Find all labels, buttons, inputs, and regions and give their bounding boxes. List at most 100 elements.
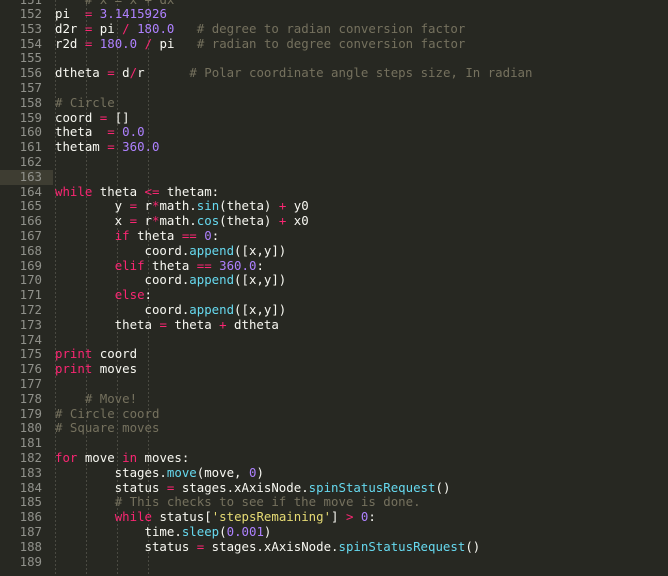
token-pln: dtheta <box>55 65 108 81</box>
code-line[interactable]: 171 else: <box>0 287 668 303</box>
line-content[interactable]: else: <box>55 287 152 303</box>
line-content[interactable]: dtheta = d/r # Polar coordinate angle st… <box>55 65 532 81</box>
line-number: 182 <box>19 450 42 465</box>
token-fn: sin <box>196 198 220 214</box>
code-line[interactable]: 156 dtheta = d/r # Polar coordinate angle… <box>0 65 668 81</box>
line-content[interactable]: time.sleep(0.001) <box>55 524 272 540</box>
line-content[interactable]: theta = 0.0 <box>55 124 145 140</box>
line-content[interactable]: r2d = 180.0 / pi # radian to degree conv… <box>55 36 465 52</box>
token-pln: r <box>137 198 152 214</box>
token-pln: theta <box>144 257 197 273</box>
token-pln <box>145 65 190 80</box>
line-number: 186 <box>19 509 42 525</box>
line-content[interactable]: while theta <= thetam: <box>55 184 219 200</box>
line-content[interactable]: # Move! <box>55 391 137 407</box>
line-content[interactable]: pi = 3.1415926 <box>55 6 167 22</box>
line-number: 162 <box>19 154 42 169</box>
line-content[interactable]: coord.append([x,y]) <box>55 272 287 288</box>
code-line[interactable]: 169 elif theta == 360.0: <box>0 257 668 274</box>
code-line[interactable]: 161 thetam = 360.0 <box>0 139 668 155</box>
line-content[interactable]: # This checks to see if the move is done… <box>55 494 421 510</box>
code-line[interactable]: 182 for move in moves: <box>0 450 668 466</box>
code-line[interactable]: 153 d2r = pi / 180.0 # degree to radian c… <box>0 20 668 37</box>
token-pln: x0 <box>286 213 309 229</box>
code-line[interactable]: 159 coord = [] <box>0 110 668 126</box>
code-line[interactable]: 188 status = stages.xAxisNode.spinStatus… <box>0 539 668 555</box>
line-number: 154 <box>19 35 42 51</box>
code-line[interactable]: 162 <box>0 154 668 170</box>
code-line[interactable]: 163 <box>0 169 668 185</box>
code-line[interactable]: 173 theta = theta + dtheta <box>0 316 668 333</box>
code-line[interactable]: 164 while theta <= thetam: <box>0 184 668 200</box>
code-line[interactable]: 178 # Move! <box>0 390 668 407</box>
code-line[interactable]: 175 print coord <box>0 346 668 362</box>
code-line[interactable]: 187 time.sleep(0.001) <box>0 524 668 540</box>
code-line[interactable]: 176 print moves <box>0 361 668 377</box>
line-number: 179 <box>19 405 42 421</box>
token-kw: for <box>55 450 78 465</box>
code-line[interactable]: 167 if theta == 0: <box>0 228 668 244</box>
line-content[interactable]: print moves <box>55 361 137 377</box>
line-number: 152 <box>19 6 42 21</box>
token-pln: y <box>55 198 130 214</box>
line-content[interactable]: theta = theta + dtheta <box>55 316 279 333</box>
token-kw: = <box>107 65 115 81</box>
code-editor[interactable]: 151 # x = x + dx152pi = 3.1415926153d2r … <box>0 0 668 576</box>
code-line[interactable]: 154 r2d = 180.0 / pi # radian to degree c… <box>0 35 668 52</box>
code-line[interactable]: 166 x = r*math.cos(theta) + x0 <box>0 213 668 229</box>
code-line[interactable]: 165 y = r*math.sin(theta) + y0 <box>0 198 668 214</box>
line-content[interactable]: coord.append([x,y]) <box>55 302 287 318</box>
code-line[interactable]: 152 pi = 3.1415926 <box>0 6 668 22</box>
code-line[interactable]: 179 # Circle coord <box>0 405 668 422</box>
line-number: 178 <box>19 390 42 406</box>
line-content[interactable]: coord.append([x,y]) <box>55 242 287 259</box>
line-content[interactable]: elif theta == 360.0: <box>55 257 264 274</box>
code-line[interactable]: 174 <box>0 332 668 348</box>
token-pln <box>55 228 115 243</box>
code-line[interactable]: 181 <box>0 435 668 451</box>
token-pln: ( <box>219 524 227 539</box>
line-content[interactable]: stages.move(move, 0) <box>55 464 264 481</box>
line-number: 170 <box>19 272 42 288</box>
line-content[interactable]: status = stages.xAxisNode.spinStatusRequ… <box>55 539 481 555</box>
line-content[interactable]: # Square moves <box>55 420 159 436</box>
code-line[interactable]: 189 <box>0 554 668 570</box>
token-pln: ([x,y]) <box>234 242 287 258</box>
token-fn: cos <box>196 213 220 229</box>
token-pln: ([x,y]) <box>234 302 287 317</box>
line-content[interactable]: y = r*math.sin(theta) + y0 <box>55 198 309 214</box>
code-line[interactable]: 183 stages.move(move, 0) <box>0 464 668 481</box>
code-line[interactable]: 158 # Circle <box>0 95 668 111</box>
token-pln: d2r <box>55 20 85 36</box>
line-content[interactable]: d2r = pi / 180.0 # degree to radian conv… <box>55 20 465 37</box>
code-line[interactable]: 168 coord.append([x,y]) <box>0 242 668 259</box>
line-content[interactable]: # Circle coord <box>55 406 159 422</box>
token-num: 180.0 <box>137 20 175 36</box>
code-line[interactable]: 184 status = stages.xAxisNode.spinStatus… <box>0 480 668 496</box>
code-line[interactable]: 155 <box>0 51 668 66</box>
token-pln <box>55 287 115 302</box>
line-content[interactable]: # Circle <box>55 95 115 111</box>
token-pln: stages. <box>55 464 167 480</box>
token-pln: move <box>77 450 123 465</box>
code-line[interactable]: 185 # This checks to see if the move is … <box>0 494 668 510</box>
line-content[interactable]: thetam = 360.0 <box>55 139 159 155</box>
code-line[interactable]: 170 coord.append([x,y]) <box>0 272 668 288</box>
token-pln: theta <box>55 316 160 332</box>
code-line[interactable]: 157 <box>0 80 668 96</box>
token-kw: else <box>114 287 145 303</box>
code-line[interactable]: 177 <box>0 376 668 392</box>
code-line[interactable]: 186 while status['stepsRemaining'] > 0: <box>0 509 668 525</box>
token-num: 3.1415926 <box>99 6 167 21</box>
code-line[interactable]: 180 # Square moves <box>0 420 668 436</box>
code-line[interactable]: 160 theta = 0.0 <box>0 124 668 140</box>
line-content[interactable]: print coord <box>55 346 137 362</box>
line-content[interactable]: while status['stepsRemaining'] > 0: <box>55 509 376 525</box>
line-content[interactable]: x = r*math.cos(theta) + x0 <box>55 213 309 229</box>
code-line[interactable]: 172 coord.append([x,y]) <box>0 302 668 318</box>
line-content[interactable]: if theta == 0: <box>55 228 219 244</box>
line-content[interactable]: status = stages.xAxisNode.spinStatusRequ… <box>55 480 451 496</box>
line-content[interactable]: for move in moves: <box>55 450 189 466</box>
line-content[interactable]: coord = [] <box>55 110 130 126</box>
token-pln: time. <box>55 524 182 539</box>
